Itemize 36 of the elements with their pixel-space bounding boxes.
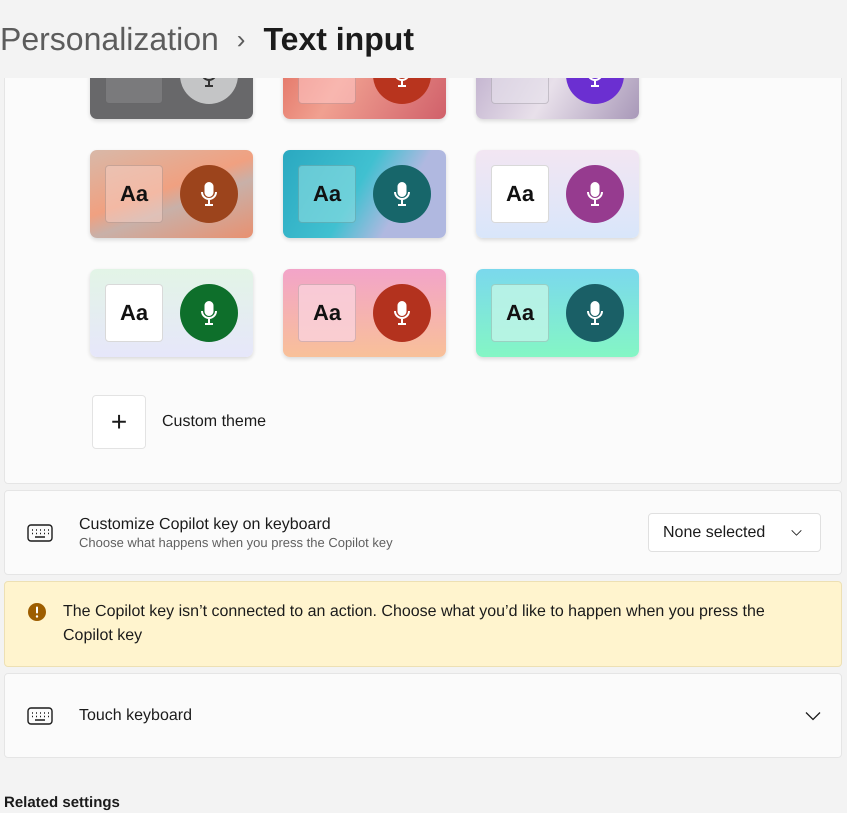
theme-tile[interactable]: Aa bbox=[283, 269, 446, 357]
setting-title: Touch keyboard bbox=[79, 706, 193, 724]
theme-tile[interactable]: Aa bbox=[283, 150, 446, 238]
theme-tile[interactable]: Aa bbox=[90, 150, 253, 238]
text-sample: Aa bbox=[105, 284, 163, 342]
microphone-icon bbox=[393, 182, 411, 206]
theme-tile[interactable]: Aa bbox=[476, 150, 639, 238]
setting-title: Customize Copilot key on keyboard bbox=[79, 516, 332, 534]
warning-message: The Copilot key isn’t connected to an action. Choose what you’d like to happen when you press the Copilot key bbox=[63, 602, 766, 646]
text-sample: Aa bbox=[298, 165, 356, 223]
action-dropdown[interactable]: None selected bbox=[648, 513, 821, 552]
microphone-icon bbox=[586, 301, 604, 325]
breadcrumb-link[interactable]: Personalization bbox=[0, 20, 219, 58]
warning-icon bbox=[27, 602, 47, 622]
text-sample: Aa bbox=[298, 284, 356, 342]
microphone-icon bbox=[200, 301, 218, 325]
chevron-icon bbox=[805, 710, 821, 720]
theme-tile[interactable]: Aa bbox=[90, 269, 253, 357]
text-sample: Aa bbox=[491, 284, 549, 342]
theme-tile[interactable]: Aa bbox=[476, 269, 639, 357]
add-theme-button[interactable]: + bbox=[92, 395, 146, 449]
breadcrumb-separator: › bbox=[236, 24, 246, 54]
page-title: Text input bbox=[263, 20, 414, 58]
microphone-icon bbox=[200, 182, 218, 206]
expand-button[interactable] bbox=[805, 710, 821, 720]
keyboard-icon bbox=[27, 524, 53, 542]
keyboard-icon bbox=[27, 706, 53, 724]
text-sample: Aa bbox=[105, 165, 163, 223]
setting-description: Choose what happens when you press the Copilot key bbox=[79, 534, 394, 550]
microphone-icon bbox=[586, 182, 604, 206]
microphone-icon bbox=[393, 301, 411, 325]
section-heading: Related settings bbox=[4, 794, 121, 811]
settings-card[interactable]: Touch keyboard bbox=[4, 673, 842, 758]
chevron-icon bbox=[791, 528, 802, 536]
text-sample: Aa bbox=[491, 165, 549, 223]
custom-theme-label: Custom theme bbox=[162, 413, 266, 431]
